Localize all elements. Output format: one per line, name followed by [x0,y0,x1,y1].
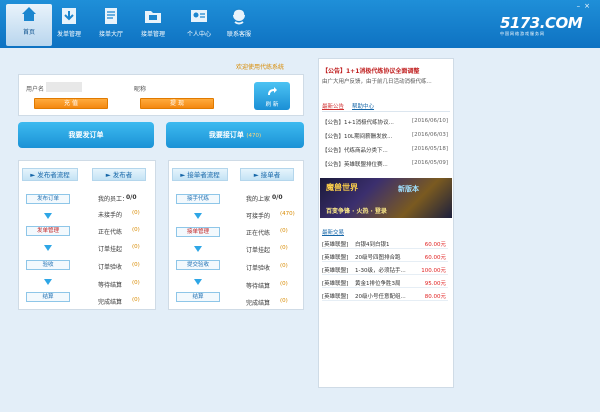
stat-my-upline: 我的上家 [246,196,271,203]
accept-order-button[interactable]: 我要接订单 (470) [166,122,304,148]
flow-arrow [44,279,52,285]
close-icon[interactable]: × [584,2,594,10]
trade-row[interactable]: [英雄联盟] 白银4到白银1 60.00元 [322,238,448,249]
notice-item[interactable]: 【公告】10L期间薪酬发放... [2016/06/03] [322,132,448,140]
nav-order-hall[interactable]: 接单大厅 [88,6,134,46]
top-nav-bar: 首页 发单管理 接单大厅 接单管理 个人中心 联系客服 5173.COM 中国网… [0,0,600,48]
refresh-button[interactable]: 刷 新 [254,82,290,110]
stat-acceptable-value: (470) [280,211,295,217]
stat-acc-verify[interactable]: 订单验收 [246,263,270,272]
stat-settled-value: (0) [132,297,140,303]
id-card-icon [191,10,207,22]
divider [322,111,450,112]
notice-item[interactable]: 【公告】英雄联盟排位赛... [2016/05/09] [322,160,448,168]
stat-suspended[interactable]: 订单挂起 [98,244,122,253]
stat-acc-await-settle-value: (0) [280,281,288,287]
publisher-role-header: ► 发布者 [92,168,146,181]
stat-acc-await-settle[interactable]: 等待结算 [246,281,270,290]
stat-my-upline-value: 0/0 [272,194,283,201]
step-settle-acceptor[interactable]: 结算 [176,292,220,302]
stat-acc-settled[interactable]: 完成结算 [246,298,270,307]
acceptor-flow-header: ► 接单者流程 [172,168,228,181]
withdraw-button[interactable]: 提 现 [140,98,214,109]
stat-acc-settled-value: (0) [280,298,288,304]
stat-verify[interactable]: 订单验收 [98,262,122,271]
site-logo: 5173.COM 中国网络游戏服务网 [500,14,583,36]
trade-row[interactable]: [英雄联盟] 黄金1排位争胜3局 95.00元 [322,277,448,288]
acceptor-role-header: ► 接单者 [240,168,294,181]
stat-my-staff: 我的员工： [98,196,129,203]
stat-suspended-value: (0) [132,244,140,250]
stat-unaccepted[interactable]: 未接手的 [98,210,122,219]
recharge-button[interactable]: 充 值 [34,98,108,109]
step-submit-check[interactable]: 提交验收 [176,260,220,270]
home-icon [22,7,36,21]
trade-row[interactable]: [英雄联盟] 1-30级，必须钻手... 100.00元 [322,264,448,275]
notice-item[interactable]: 【公告】代练商品分类下... [2016/05/18] [322,146,448,154]
window-controls[interactable]: –× [577,2,594,10]
step-accept-manage[interactable]: 接单管理 [176,227,220,237]
step-accept-check[interactable]: 验收 [26,260,70,270]
publish-order-button[interactable]: 我要发订单 [18,122,154,148]
trade-row[interactable]: [英雄联盟] 20级小号任意配组... 80.00元 [322,290,448,301]
flow-arrow [194,213,202,219]
publisher-flow-header: ► 发布者流程 [22,168,78,181]
notice-item[interactable]: 【公告】1+1消极代练协议... [2016/06/10] [322,118,448,126]
stat-settled[interactable]: 完成结算 [98,297,122,306]
trade-row[interactable]: [英雄联盟] 20级号四图排合跑 60.00元 [322,251,448,262]
flow-arrow [194,246,202,252]
stat-in-progress-value: (0) [132,227,140,233]
nav-accept-manage[interactable]: 接单管理 [130,6,176,46]
nav-customer-service[interactable]: 联系客服 [216,6,262,46]
stat-acc-verify-value: (0) [280,263,288,269]
stat-my-staff-value: 0/0 [126,194,137,201]
stat-acc-suspended[interactable]: 订单挂起 [246,245,270,254]
username-label: 用户名 [26,86,45,93]
minimize-icon[interactable]: – [577,2,585,10]
stat-await-settle[interactable]: 等待结算 [98,280,122,289]
stat-acc-in-progress[interactable]: 正在代练 [246,228,270,237]
document-icon [105,8,117,24]
customer-service-icon [232,8,246,25]
welcome-text: 欢迎使用代练系统 [236,64,285,71]
step-publish-manage[interactable]: 发单管理 [26,226,70,236]
step-publish-order[interactable]: 发布订单 [26,194,70,204]
username-value [46,82,82,92]
tab-help-center[interactable]: 帮助中心 [352,102,374,110]
flow-arrow [44,245,52,251]
folder-icon [145,11,161,23]
download-arrow-icon [62,8,76,24]
notice-subline: 由广大用户反馈，由于前几日活动消极代练... [322,79,432,85]
stat-verify-value: (0) [132,262,140,268]
notice-headline[interactable]: 【公告】1+1消极代练协议全面调整 [322,66,450,75]
stat-acceptable[interactable]: 可接手的 [246,211,270,220]
stat-in-progress[interactable]: 正在代练 [98,227,122,236]
latest-trades-title[interactable]: 最新交易 [322,228,344,236]
nav-publish-manage[interactable]: 发单管理 [46,6,92,46]
stat-await-settle-value: (0) [132,280,140,286]
stat-acc-suspended-value: (0) [280,245,288,251]
nickname-label: 昵称 [134,86,147,93]
tab-latest-notice[interactable]: 最新公告 [322,102,344,110]
promo-banner[interactable]: 魔兽世界 新版本 百变争锋 · 火热 · 登录 [320,178,452,218]
flow-arrow [194,279,202,285]
step-accept-order[interactable]: 接手代练 [176,194,220,204]
refresh-icon [268,87,277,95]
stat-acc-in-progress-value: (0) [280,228,288,234]
stat-unaccepted-value: (0) [132,210,140,216]
flow-arrow [44,213,52,219]
step-settle[interactable]: 结算 [26,292,70,302]
